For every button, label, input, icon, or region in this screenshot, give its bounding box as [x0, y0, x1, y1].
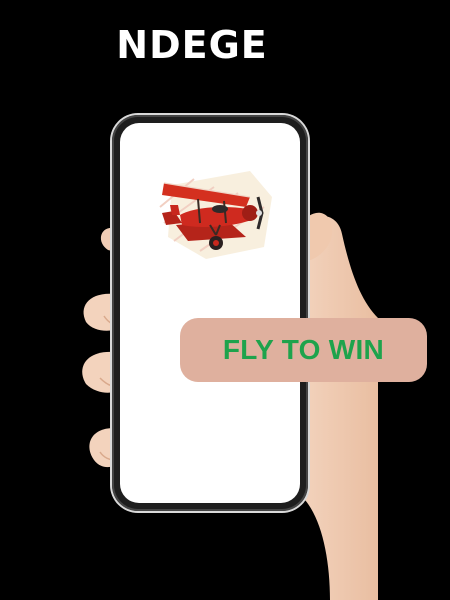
fly-to-win-button[interactable]: FLY TO WIN	[180, 318, 427, 382]
red-biplane-icon	[159, 171, 272, 259]
ad-canvas: NDEGE FLY TO WIN	[0, 0, 450, 600]
cta-label: FLY TO WIN	[222, 334, 385, 365]
phone-screen	[120, 123, 300, 503]
phone-frame	[112, 115, 308, 511]
